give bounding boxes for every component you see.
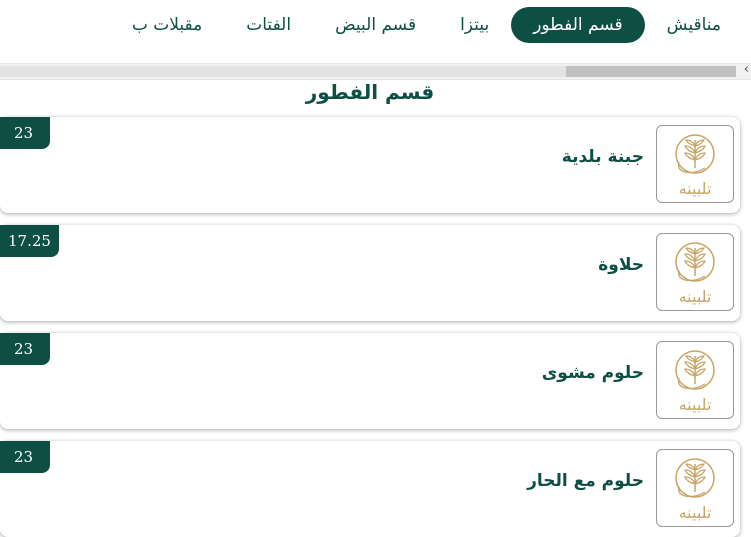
product-card[interactable]: تلبينه حلوم مشوى 23 [0,333,740,429]
product-name: جبنة بلدية [561,147,644,167]
product-logo: تلبينه [656,233,734,311]
price-badge: 23 [0,441,50,473]
product-name: حلوم مع الحار [527,471,644,491]
tab-breakfast[interactable]: قسم الفطور [511,7,645,43]
section-title: قسم الفطور [305,80,435,104]
tab-appetizers[interactable]: مقبلات ب [110,7,224,43]
page-edge [745,80,751,530]
tab-eggs[interactable]: قسم البيض [313,7,438,43]
product-name: حلاوة [598,255,644,275]
price-badge: 17.25 [0,225,59,257]
scrollbar-track[interactable] [0,66,566,77]
product-logo: تلبينه [656,449,734,527]
product-logo: تلبينه [656,125,734,203]
product-card[interactable]: تلبينه جبنة بلدية 23 [0,117,740,213]
logo-text: تلبينه [678,287,712,306]
tab-manakish[interactable]: مناقيش [645,7,743,43]
logo-text: تلبينه [678,179,712,198]
category-tabs: مناقيش قسم الفطور بيتزا قسم البيض الفتات… [0,0,751,50]
price-badge: 23 [0,117,50,149]
product-logo: تلبينه [656,341,734,419]
scrollbar-thumb[interactable] [566,66,736,77]
tab-pizza[interactable]: بيتزا [438,7,511,43]
tabs-scrollbar[interactable]: ‹ [0,62,751,80]
scroll-left-arrow-icon[interactable]: ‹ [744,62,749,77]
tab-fatteh[interactable]: الفتات [224,7,313,43]
price-badge: 23 [0,333,50,365]
logo-text: تلبينه [678,503,712,522]
product-name: حلوم مشوى [541,363,644,383]
logo-text: تلبينه [678,395,712,414]
product-card[interactable]: تلبينه حلاوة 17.25 [0,225,740,321]
product-card[interactable]: تلبينه حلوم مع الحار 23 [0,441,740,537]
